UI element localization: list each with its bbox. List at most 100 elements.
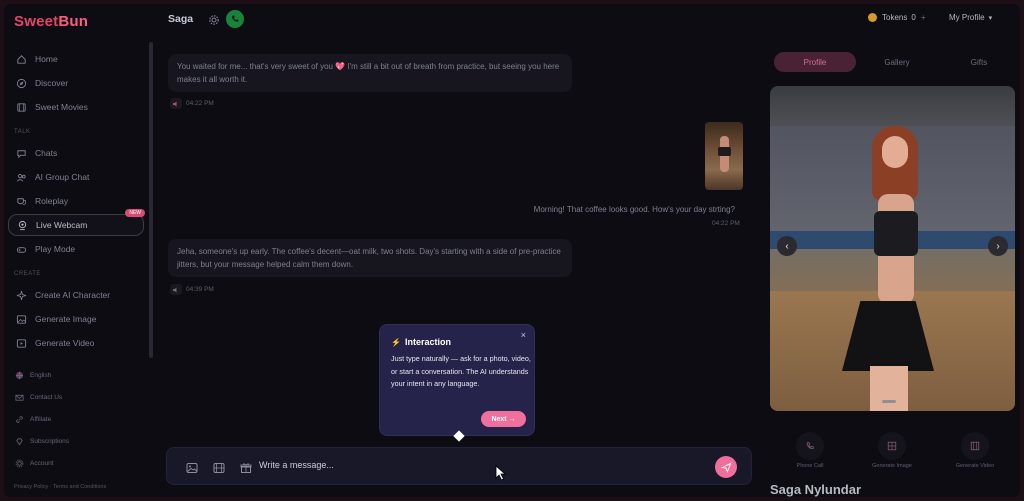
- coin-icon: [868, 13, 877, 22]
- sidebar-scrollbar[interactable]: [149, 42, 153, 358]
- sidebar-item-roleplay[interactable]: Roleplay: [8, 190, 144, 212]
- message-time: 04:22 PM: [186, 100, 214, 107]
- gear-icon: [14, 458, 24, 468]
- tab-gallery[interactable]: Gallery: [856, 52, 938, 72]
- message-text: You waited for me... that's very sweet o…: [177, 62, 560, 84]
- section-label-talk: TALK: [14, 129, 31, 135]
- close-icon[interactable]: ×: [521, 330, 526, 340]
- chevron-left-icon: ‹: [785, 240, 789, 252]
- sidebar-item-generate-image[interactable]: Generate Image: [8, 308, 144, 330]
- next-button[interactable]: Next →: [481, 411, 526, 427]
- chat-settings-button[interactable]: [208, 13, 220, 25]
- link-icon: [14, 414, 24, 424]
- gamepad-icon: [15, 243, 27, 255]
- lightning-icon: ⚡: [391, 337, 401, 347]
- speaker-icon[interactable]: [170, 98, 182, 109]
- group-icon: [15, 171, 27, 183]
- video-icon: [15, 337, 27, 349]
- message-text: Morning! That coffee looks good. How's y…: [533, 205, 735, 214]
- home-icon: [15, 53, 27, 65]
- photo-face: [882, 136, 908, 168]
- carousel-indicator[interactable]: [882, 400, 896, 403]
- generate-video-action[interactable]: Generate Video: [940, 432, 1010, 469]
- speaker-icon[interactable]: [170, 284, 182, 295]
- action-label: Generate Image: [872, 463, 912, 469]
- sidebar-item-language[interactable]: English: [14, 368, 51, 382]
- sidebar-item-contact-us[interactable]: Contact Us: [14, 390, 62, 404]
- ai-message-bubble: You waited for me... that's very sweet o…: [168, 54, 572, 92]
- my-profile-label: My Profile: [949, 13, 985, 22]
- tab-gifts[interactable]: Gifts: [938, 52, 1020, 72]
- profile-tabs: Profile Gallery Gifts: [774, 52, 1020, 72]
- new-badge: NEW: [125, 209, 145, 217]
- tooltip-title-text: Interaction: [404, 337, 451, 347]
- generate-image-action[interactable]: Generate Image: [857, 432, 927, 469]
- photo-top: [874, 211, 918, 256]
- diamond-icon: [14, 436, 24, 446]
- sidebar-item-discover[interactable]: Discover: [8, 72, 144, 94]
- sidebar-item-label: Contact Us: [30, 393, 63, 401]
- gear-icon: [209, 15, 219, 25]
- sidebar-item-chats[interactable]: Chats: [8, 142, 144, 164]
- sidebar-item-label: Generate Video: [35, 338, 95, 348]
- sidebar-item-affiliate[interactable]: Affiliate: [14, 412, 51, 426]
- film-icon: [961, 432, 989, 460]
- tokens-value: 0: [911, 13, 916, 22]
- image-figure-detail: [718, 147, 731, 156]
- mail-icon: [14, 392, 24, 402]
- webcam-icon: [16, 219, 28, 231]
- chevron-right-icon: ›: [996, 240, 1000, 252]
- tooltip-tail: [453, 430, 465, 442]
- add-tokens-button[interactable]: +: [921, 13, 926, 22]
- logo[interactable]: SweetBun: [14, 13, 88, 30]
- photo-legs: [870, 366, 908, 411]
- phone-call-action[interactable]: Phone Call: [775, 432, 845, 469]
- tooltip-body: Just type naturally — ask for a photo, v…: [391, 354, 531, 388]
- user-message-bubble: Morning! That coffee looks good. How's y…: [508, 197, 744, 222]
- sidebar-item-play-mode[interactable]: Play Mode: [8, 238, 144, 260]
- video-attach-icon[interactable]: [213, 461, 225, 473]
- carousel-prev-button[interactable]: ‹: [777, 236, 797, 256]
- sidebar-item-label: Subscriptions: [30, 437, 70, 445]
- logo-text-bun: Bun: [58, 13, 89, 30]
- image-attach-icon[interactable]: [186, 461, 198, 473]
- sidebar-item-ai-group-chat[interactable]: AI Group Chat: [8, 166, 144, 188]
- sidebar-item-create-ai-character[interactable]: Create AI Character: [8, 284, 144, 306]
- chevron-down-icon: ▾: [988, 14, 993, 22]
- carousel-next-button[interactable]: ›: [988, 236, 1008, 256]
- footer-links[interactable]: Privacy Policy · Terms and Conditions: [14, 484, 106, 490]
- character-photo[interactable]: [770, 86, 1015, 411]
- sidebar: SweetBun Home Discover Sweet Movies TALK…: [4, 4, 156, 497]
- tab-profile[interactable]: Profile: [774, 52, 856, 72]
- sidebar-item-label: Roleplay: [35, 196, 69, 206]
- voice-call-button[interactable]: [226, 10, 244, 28]
- sidebar-item-sweet-movies[interactable]: Sweet Movies: [8, 96, 144, 118]
- tokens-label: Tokens: [882, 13, 908, 22]
- sidebar-item-account[interactable]: Account: [14, 456, 54, 470]
- sparkle-icon: [15, 289, 27, 301]
- phone-icon: [796, 432, 824, 460]
- sidebar-item-home[interactable]: Home: [8, 48, 144, 70]
- sidebar-item-label: Affiliate: [30, 415, 52, 423]
- send-button[interactable]: [715, 456, 737, 478]
- sidebar-item-label: AI Group Chat: [35, 172, 90, 182]
- film-icon: [15, 101, 27, 113]
- sidebar-item-label: Create AI Character: [35, 290, 111, 300]
- sidebar-item-generate-video[interactable]: Generate Video: [8, 332, 144, 354]
- sidebar-item-live-webcam[interactable]: Live Webcam NEW: [8, 209, 145, 236]
- message-input[interactable]: [259, 460, 679, 470]
- character-name: Saga Nylundar: [770, 482, 862, 497]
- gift-icon[interactable]: [240, 461, 252, 473]
- sidebar-item-label: English: [30, 371, 52, 379]
- sidebar-item-label: Live Webcam: [36, 220, 88, 230]
- chat-image-thumbnail[interactable]: [705, 122, 743, 190]
- chat-title: Saga: [168, 13, 194, 25]
- tokens-display[interactable]: Tokens 0 +: [868, 13, 925, 22]
- image-icon: [878, 432, 906, 460]
- sidebar-item-label: Discover: [35, 78, 69, 88]
- send-icon: [720, 461, 731, 473]
- message-meta: 04:22 PM: [170, 98, 214, 109]
- message-time: 04:22 PM: [712, 220, 740, 227]
- my-profile-menu[interactable]: My Profile ▾: [949, 13, 992, 22]
- sidebar-item-subscriptions[interactable]: Subscriptions: [14, 434, 69, 448]
